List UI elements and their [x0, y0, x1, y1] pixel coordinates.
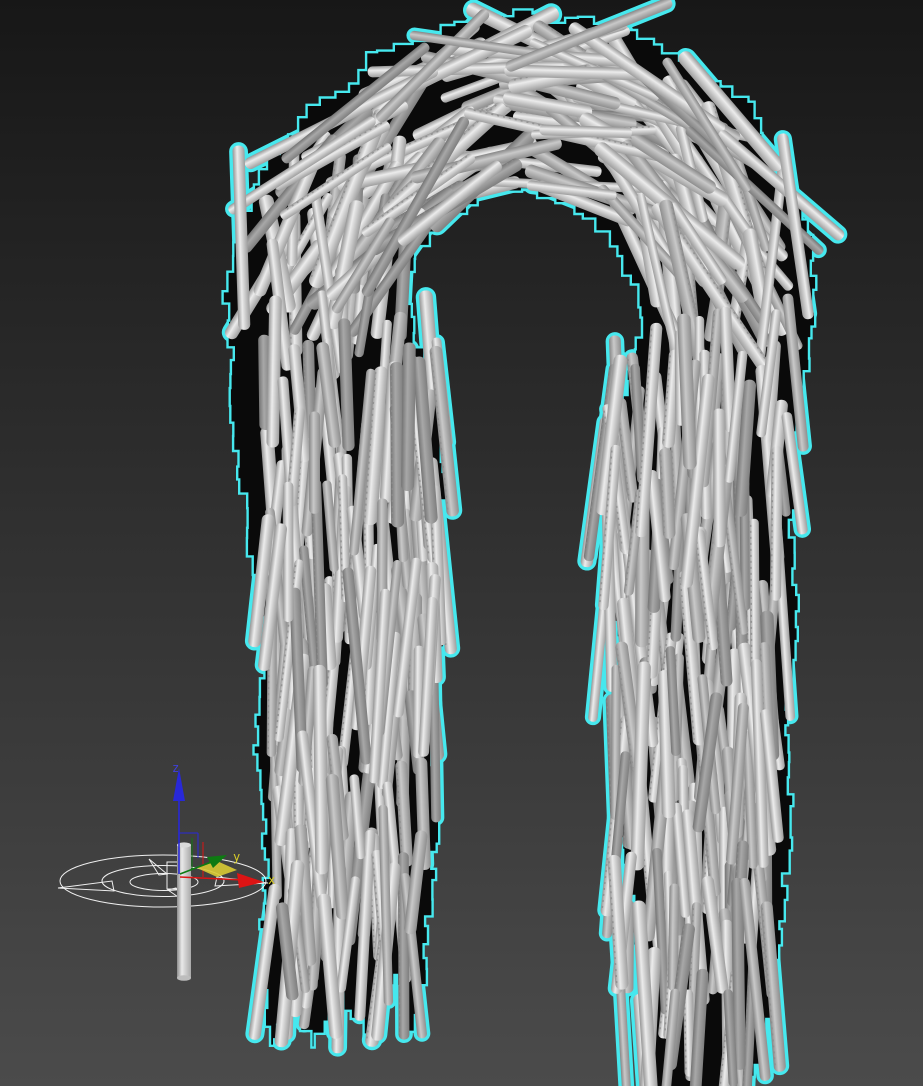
x-axis-label: x — [268, 873, 275, 887]
cylinder-bottom-cap — [177, 975, 191, 981]
y-axis-label: y — [233, 850, 240, 864]
z-axis-label: z — [172, 761, 179, 775]
compass-north-point — [148, 858, 169, 876]
viewport-canvas[interactable]: y x z — [0, 0, 923, 1086]
viewport[interactable]: y x z — [0, 0, 923, 1086]
stick-arch-object[interactable] — [223, 0, 847, 1086]
x-axis-arrow[interactable] — [237, 873, 264, 888]
